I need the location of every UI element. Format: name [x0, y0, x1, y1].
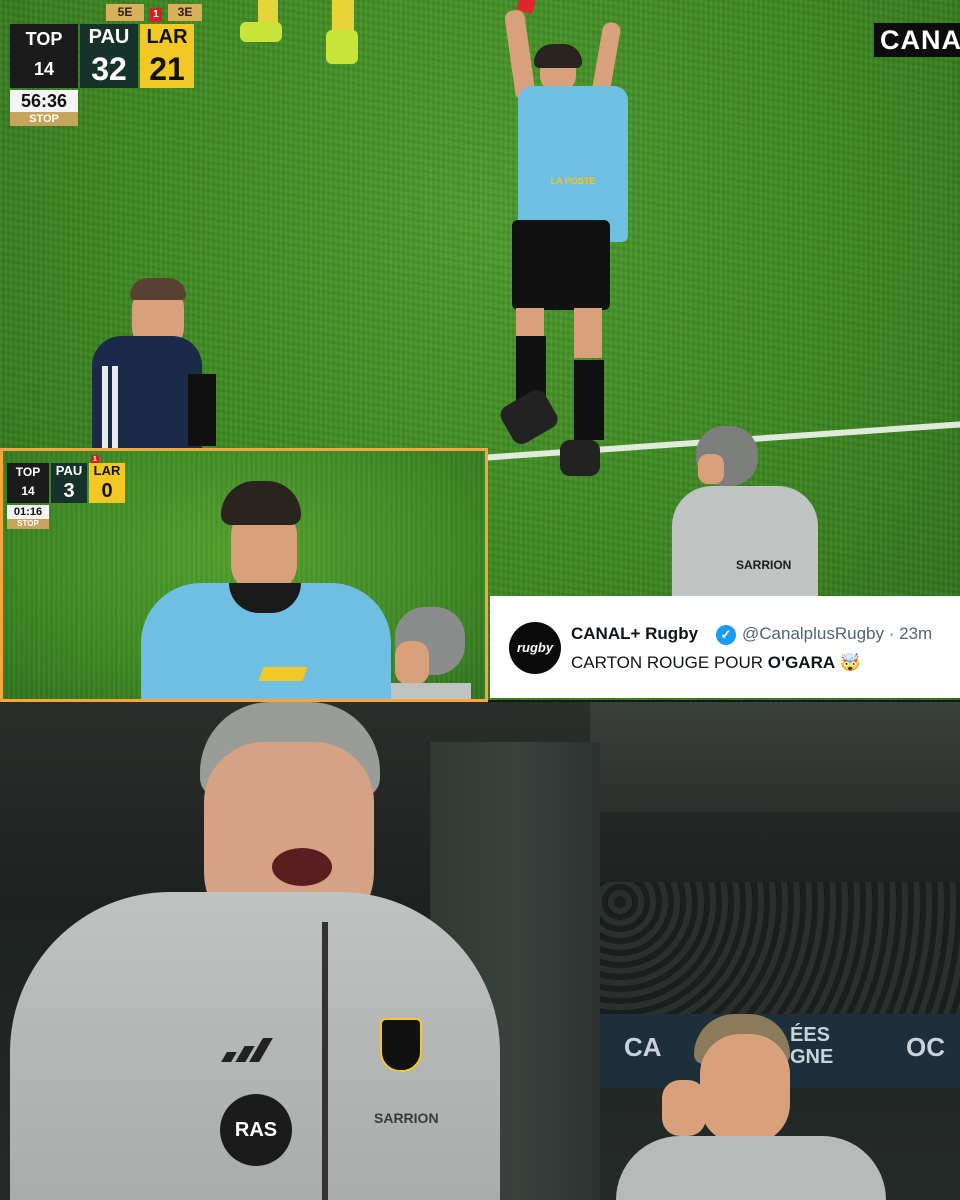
jacket-brand: SARRION — [374, 1110, 439, 1126]
assistant-coach — [616, 1014, 886, 1200]
inset-scorebug: 1 TOP 14 PAU 3 LAR 0 01:16 STOP — [7, 455, 127, 531]
match-official — [92, 278, 222, 450]
coach-head-inset — [391, 601, 471, 699]
coach-back-sponsor: SARRION — [736, 558, 792, 572]
adidas-logo-icon — [221, 1038, 280, 1062]
match-clock: 56:36 — [10, 90, 78, 112]
open-mouth — [272, 848, 332, 886]
inset-competition-logo: TOP 14 — [7, 463, 49, 503]
inset-home-team-label: PAU — [51, 463, 87, 479]
jacket-badge: RAS — [220, 1094, 292, 1166]
tweet-text: CARTON ROUGE POUR O'GARA 🤯 — [571, 653, 861, 673]
coach-reaction-frame: CA ÉES GNE OC RAS SARRION — [0, 702, 960, 1200]
scorebug: 5E 1 3E TOP 14 PAU 32 LAR 21 56:36 STOP — [10, 4, 202, 126]
tweet-handle-time[interactable]: @CanalplusRugby · 23m — [742, 624, 932, 644]
home-rank: 5E — [106, 4, 144, 21]
coach-back-view: SARRION — [672, 424, 818, 600]
club-crest-icon — [380, 1018, 422, 1072]
tweet-text-bold: O'GARA — [767, 653, 836, 672]
away-rank: 3E — [168, 4, 202, 21]
tweet-text-prefix: CARTON ROUGE POUR — [571, 653, 768, 672]
away-team-score: 21 — [140, 50, 194, 88]
broadcaster-logo: CANAL — [874, 23, 960, 57]
tweet-avatar[interactable]: rugby — [509, 622, 561, 674]
player-legs — [240, 0, 360, 66]
referee-shirt-sponsor: LA POSTE — [550, 176, 596, 186]
red-card-indicator: 1 — [150, 8, 162, 22]
inset-match-clock: 01:16 — [7, 505, 49, 519]
competition-logo: TOP 14 — [10, 24, 78, 88]
inset-away-team-label: LAR — [89, 463, 125, 479]
stadium-roof — [590, 702, 960, 812]
board-right-text: OC — [906, 1032, 945, 1062]
inset-home-score: 3 — [51, 479, 87, 503]
verified-badge-icon: ✓ — [716, 625, 736, 645]
mind-blown-emoji-icon: 🤯 — [839, 653, 862, 672]
clock-status: STOP — [10, 112, 78, 126]
tweet-display-name[interactable]: CANAL+ Rugby — [571, 624, 698, 644]
away-team-label: LAR — [140, 24, 194, 50]
home-team-label: PAU — [80, 24, 138, 50]
inset-clock-status: STOP — [7, 519, 49, 529]
coach-shouting: RAS SARRION — [10, 702, 500, 1200]
inset-away-score: 0 — [89, 479, 125, 503]
referee: LA POSTE — [496, 0, 638, 480]
referee-closeup — [141, 477, 401, 699]
tweet-card[interactable]: rugby CANAL+ Rugby ✓ @CanalplusRugby · 2… — [490, 596, 960, 698]
inset-replay-frame: 1 TOP 14 PAU 3 LAR 0 01:16 STOP — [0, 448, 488, 702]
crowd — [600, 882, 960, 1022]
home-team-score: 32 — [80, 50, 138, 88]
